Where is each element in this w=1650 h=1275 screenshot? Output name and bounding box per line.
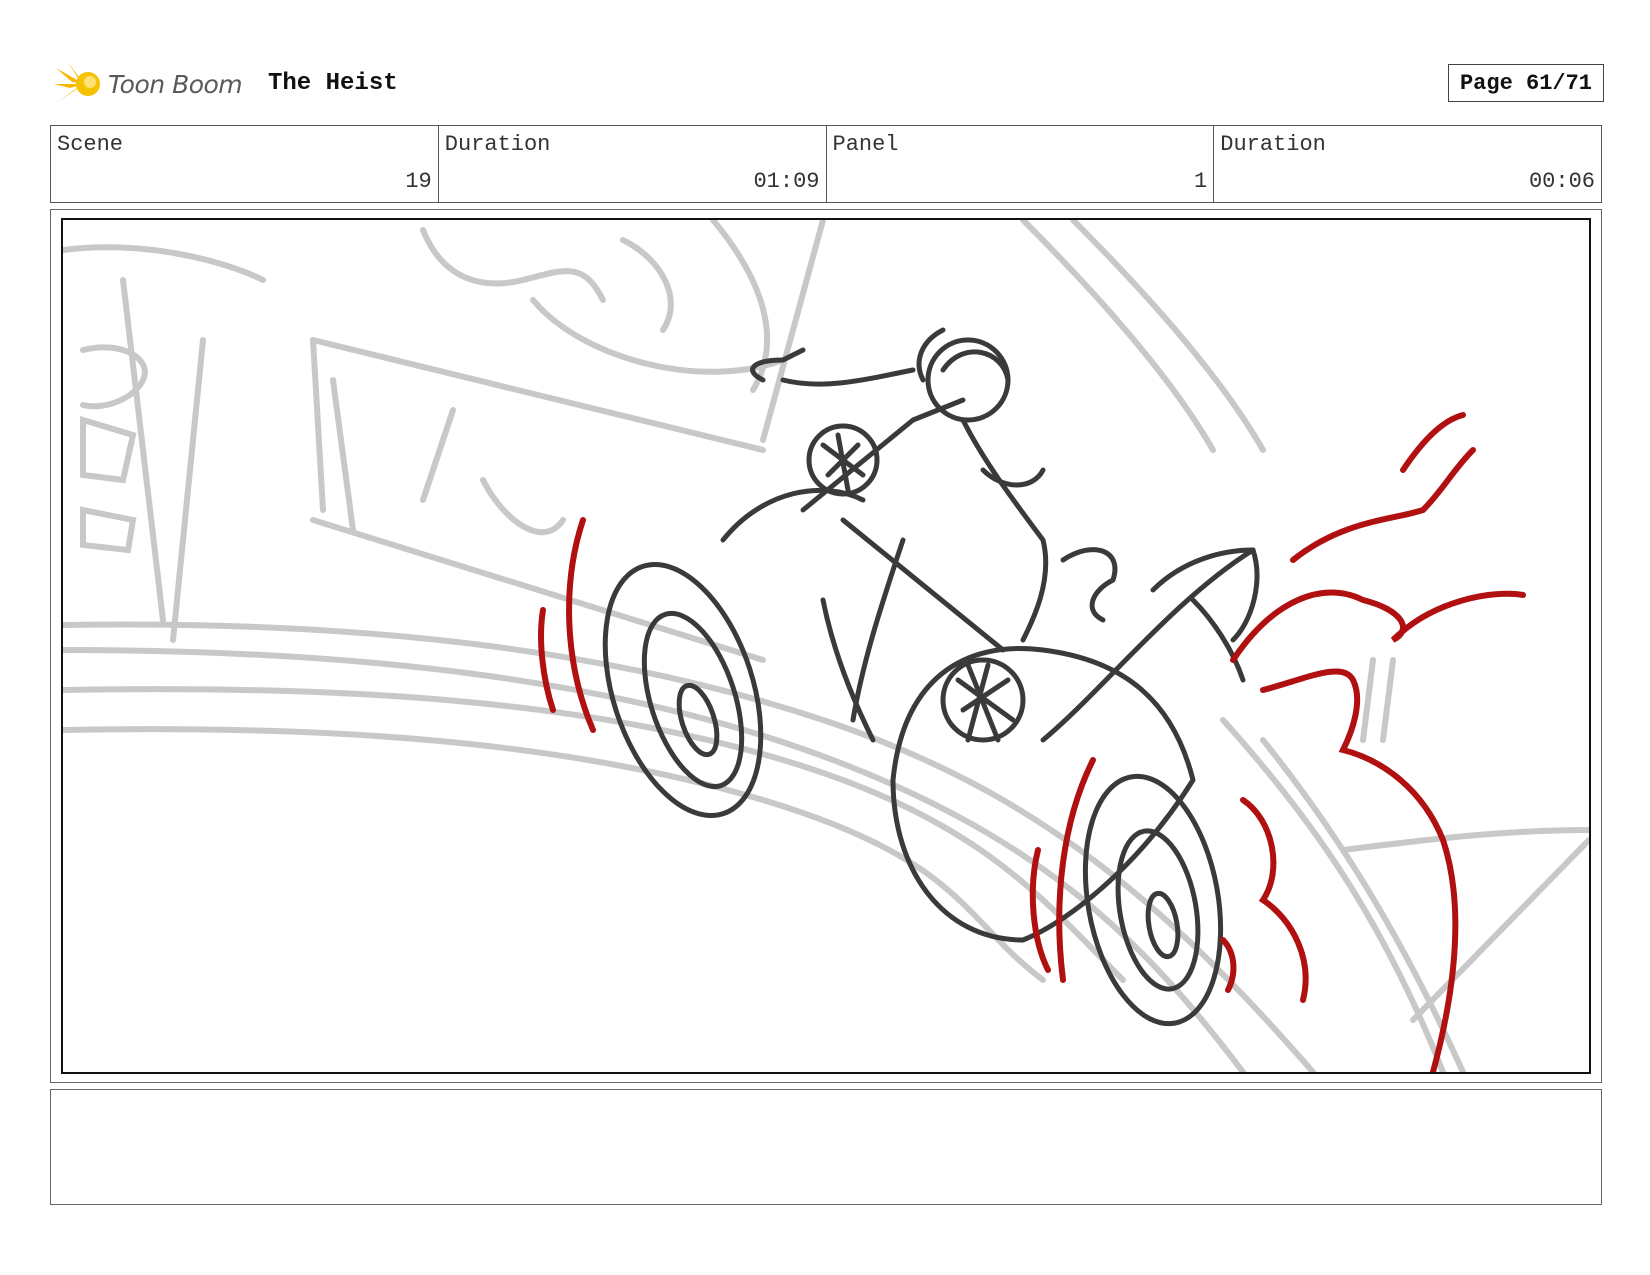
- scene-cell: Scene 19: [51, 126, 439, 202]
- scene-info-row: Scene 19 Duration 01:09 Panel 1 Duration…: [50, 125, 1602, 203]
- sunburst-logo-icon: [54, 62, 100, 108]
- panel-cell: Panel 1: [827, 126, 1215, 202]
- background-sketch: [63, 220, 1589, 1072]
- panel-drawing-area: [61, 218, 1591, 1074]
- project-title: The Heist: [268, 70, 398, 97]
- panel-duration-cell: Duration 00:06: [1214, 126, 1601, 202]
- scene-value: 19: [405, 169, 432, 194]
- panel-duration-value: 00:06: [1528, 169, 1595, 194]
- page-number: Page 61/71: [1448, 64, 1604, 102]
- panel-notes-box: [50, 1089, 1602, 1205]
- storyboard-header: Toon Boom The Heist Page 61/71: [52, 58, 1612, 110]
- panel-value: 1: [1194, 169, 1208, 194]
- sketch-drawing: [63, 220, 1589, 1072]
- scene-duration-cell: Duration 01:09: [439, 126, 827, 202]
- scene-duration-value: 01:09: [753, 169, 820, 194]
- panel-label: Panel: [832, 132, 899, 157]
- scene-duration-label: Duration: [444, 132, 551, 157]
- scene-label: Scene: [57, 132, 124, 157]
- logo-text: Toon Boom: [108, 69, 243, 99]
- panel-duration-label: Duration: [1220, 132, 1326, 157]
- toon-boom-logo: Toon Boom: [54, 58, 243, 110]
- storyboard-panel: [50, 209, 1602, 1083]
